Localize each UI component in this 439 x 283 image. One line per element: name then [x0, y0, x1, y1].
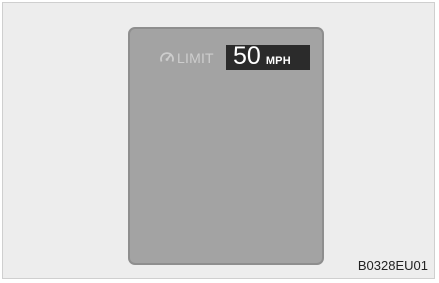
speed-limiter-icon — [160, 52, 174, 62]
figure-frame: LIMIT 50 MPH B0328EU01 — [2, 2, 435, 279]
limit-indicator: LIMIT — [158, 46, 214, 70]
figure-code: B0328EU01 — [357, 258, 428, 273]
instrument-display: LIMIT 50 MPH — [128, 27, 324, 265]
speed-value: 50 — [233, 42, 261, 70]
speed-limit-readout: 50 MPH — [226, 42, 310, 70]
speed-unit: MPH — [265, 55, 291, 67]
limit-label: LIMIT — [177, 50, 214, 66]
